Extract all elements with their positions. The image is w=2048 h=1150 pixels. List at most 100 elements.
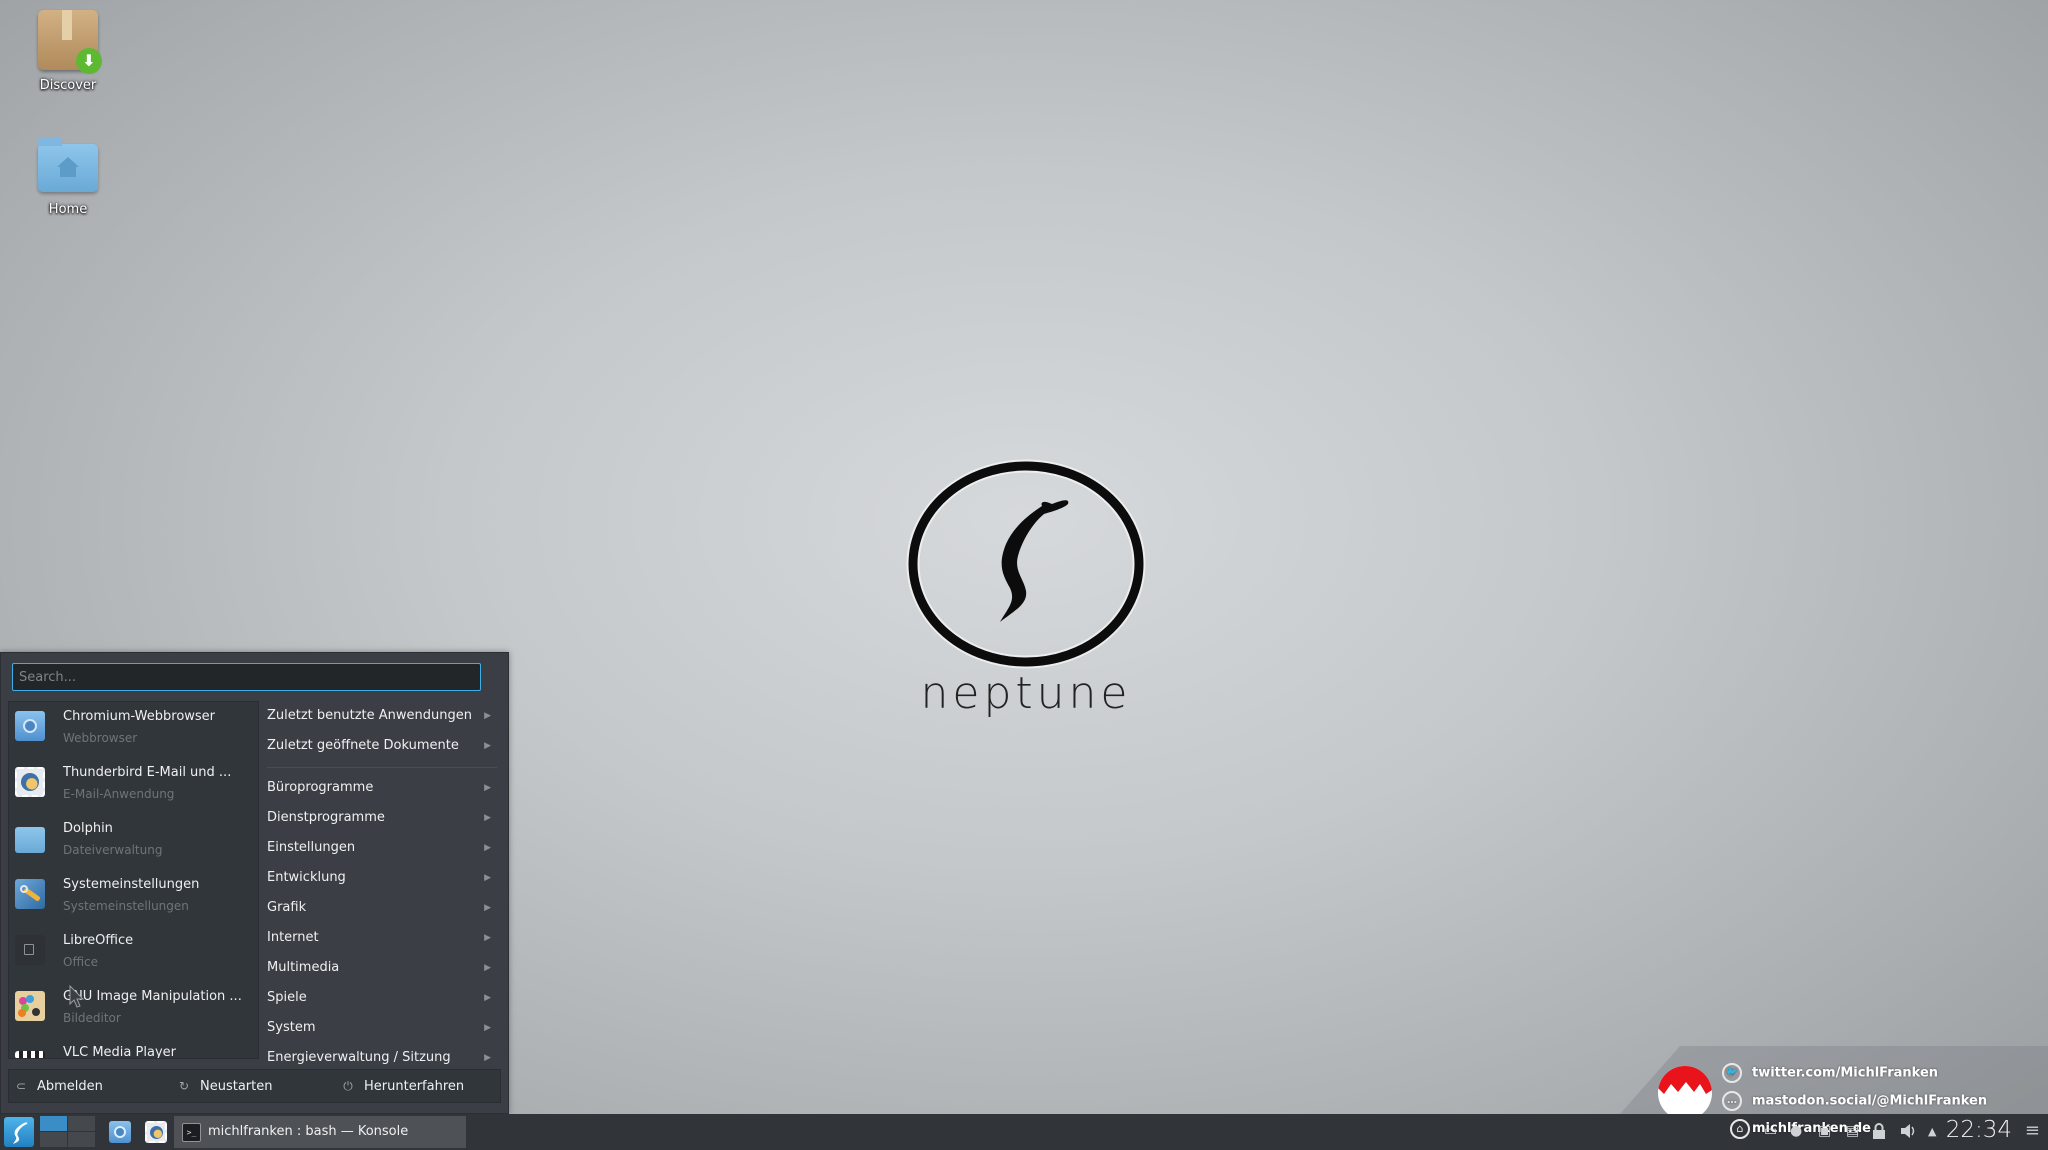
desktop-1[interactable]	[40, 1116, 67, 1131]
logout-button[interactable]: ⊂ Abmelden	[14, 1070, 103, 1102]
clock[interactable]: 22:34	[1946, 1117, 2012, 1143]
neptune-swirl-icon	[13, 1122, 28, 1144]
update-icon[interactable]: ●	[1790, 1123, 1802, 1139]
desktop-4[interactable]	[68, 1132, 95, 1147]
chevron-right-icon: ▶	[484, 741, 491, 751]
desktop-icon-label: Home	[48, 202, 88, 217]
watermark-mastodon: … mastodon.social/@MichlFranken	[1722, 1091, 1987, 1111]
menu-item-label: Büroprogramme	[267, 780, 374, 795]
task-konsole[interactable]: >_ michlfranken : bash — Konsole	[174, 1116, 466, 1148]
menu-item-settings[interactable]: Einstellungen ▶	[259, 833, 501, 863]
menu-item-label: Zuletzt geöffnete Dokumente	[267, 738, 459, 753]
chromium-icon	[114, 1126, 126, 1138]
taskbar-launcher-chromium[interactable]	[109, 1121, 131, 1143]
favorite-item-dolphin[interactable]: Dolphin Dateiverwaltung	[9, 814, 258, 870]
favorite-item-thunderbird[interactable]: Thunderbird E-Mail und ... E-Mail-Anwend…	[9, 758, 258, 814]
franconian-rake-badge	[1658, 1066, 1712, 1120]
chevron-right-icon: ▶	[484, 813, 491, 823]
mastodon-icon: …	[1722, 1091, 1742, 1111]
thunderbird-icon	[15, 767, 45, 797]
menu-item-internet[interactable]: Internet ▶	[259, 923, 501, 953]
libreoffice-icon	[15, 935, 45, 965]
menu-item-system[interactable]: System ▶	[259, 1013, 501, 1043]
menu-item-games[interactable]: Spiele ▶	[259, 983, 501, 1013]
chevron-right-icon: ▶	[484, 903, 491, 913]
menu-item-label: Dienstprogramme	[267, 810, 385, 825]
watermark-twitter: 🐦 twitter.com/MichlFranken	[1722, 1063, 1938, 1083]
menu-item-label: Spiele	[267, 990, 307, 1005]
desktop-icon-discover[interactable]: ⬇ Discover	[24, 8, 112, 93]
application-launcher-button[interactable]	[4, 1117, 34, 1147]
task-title: michlfranken : bash — Konsole	[208, 1124, 409, 1139]
hamburger-menu-icon[interactable]: ≡	[2025, 1120, 2040, 1141]
favorite-name: VLC Media Player	[63, 1045, 176, 1059]
favorite-item-systemsettings[interactable]: Systemeinstellungen Systemeinstellungen	[9, 870, 258, 926]
session-bar: ⊂ Abmelden ↻ Neustarten ⏻ Herunterfahren	[8, 1069, 501, 1103]
restart-icon: ↻	[178, 1079, 190, 1093]
menu-item-office[interactable]: Büroprogramme ▶	[259, 773, 501, 803]
desktop-icon-home[interactable]: Home	[24, 132, 112, 217]
twitter-icon: 🐦	[1722, 1063, 1742, 1083]
favorite-description: Office	[63, 955, 99, 969]
home-folder-icon	[36, 132, 100, 196]
favorite-name: LibreOffice	[63, 933, 134, 948]
favorite-name: Thunderbird E-Mail und ...	[63, 765, 232, 780]
desktop-icon-label: Discover	[39, 78, 97, 93]
neptune-wordmark: neptune	[920, 668, 1132, 719]
vlc-icon	[15, 1051, 45, 1058]
menu-item-utilities[interactable]: Dienstprogramme ▶	[259, 803, 501, 833]
lock-icon[interactable]	[1872, 1123, 1886, 1143]
favorites-list: Chromium-Webbrowser Webbrowser Thunderbi…	[8, 701, 259, 1059]
battery-icon[interactable]: ▤	[1846, 1123, 1859, 1139]
favorite-item-gimp[interactable]: GNU Image Manipulation ... Bildeditor	[9, 982, 258, 1038]
favorite-item-libreoffice[interactable]: LibreOffice Office	[9, 926, 258, 982]
menu-item-recent-applications[interactable]: Zuletzt benutzte Anwendungen ▶	[259, 701, 501, 731]
menu-item-label: Zuletzt benutzte Anwendungen	[267, 708, 473, 723]
menu-item-multimedia[interactable]: Multimedia ▶	[259, 953, 501, 983]
folder-icon	[15, 827, 45, 853]
menu-item-development[interactable]: Entwicklung ▶	[259, 863, 501, 893]
favorite-name: Systemeinstellungen	[63, 877, 200, 892]
chromium-icon	[15, 711, 45, 741]
taskbar: >_ michlfranken : bash — Konsole ⌂ michl…	[0, 1114, 2048, 1150]
gimp-icon	[15, 991, 45, 1021]
menu-item-label: Multimedia	[267, 960, 340, 975]
restart-label: Neustarten	[200, 1079, 273, 1094]
virtual-desktop-pager[interactable]	[40, 1116, 96, 1148]
favorite-description: Systemeinstellungen	[63, 899, 189, 913]
favorite-item-chromium[interactable]: Chromium-Webbrowser Webbrowser	[9, 702, 258, 758]
desktop-2[interactable]	[68, 1116, 95, 1131]
power-icon: ⏻	[343, 1079, 353, 1093]
clipboard-icon[interactable]: ▭	[1764, 1123, 1777, 1139]
package-download-icon: ⬇	[36, 8, 102, 74]
chevron-right-icon: ▶	[484, 873, 491, 883]
taskbar-launcher-thunderbird[interactable]	[145, 1121, 167, 1143]
menu-item-label: Entwicklung	[267, 870, 346, 885]
menu-separator	[267, 767, 497, 768]
shutdown-label: Herunterfahren	[364, 1079, 465, 1094]
chevron-right-icon: ▶	[484, 963, 491, 973]
expand-up-icon[interactable]: ▲	[1928, 1125, 1936, 1138]
wrench-settings-icon	[15, 879, 45, 909]
menu-item-recent-documents[interactable]: Zuletzt geöffnete Dokumente ▶	[259, 731, 501, 761]
menu-item-graphics[interactable]: Grafik ▶	[259, 893, 501, 923]
volume-icon[interactable]	[1900, 1123, 1918, 1143]
mouse-cursor-icon	[69, 985, 85, 1008]
favorite-item-vlc[interactable]: VLC Media Player	[9, 1038, 258, 1059]
restart-button[interactable]: ↻ Neustarten	[177, 1070, 273, 1102]
chevron-right-icon: ▶	[484, 783, 491, 793]
chevron-right-icon: ▶	[484, 711, 491, 721]
search-input[interactable]	[12, 663, 481, 691]
home-icon: ⌂	[1730, 1119, 1750, 1139]
shutdown-button[interactable]: ⏻ Herunterfahren	[341, 1070, 464, 1102]
start-menu: Chromium-Webbrowser Webbrowser Thunderbi…	[0, 652, 509, 1114]
favorite-description: Webbrowser	[63, 731, 138, 745]
watermark-text: mastodon.social/@MichlFranken	[1752, 1093, 1988, 1109]
chevron-right-icon: ▶	[484, 1023, 491, 1033]
thunderbird-icon	[150, 1126, 163, 1139]
favorite-description: E-Mail-Anwendung	[63, 787, 175, 801]
network-icon[interactable]: ▣	[1818, 1123, 1831, 1139]
desktop-3[interactable]	[40, 1132, 67, 1147]
chevron-right-icon: ▶	[484, 993, 491, 1003]
favorite-description: Dateiverwaltung	[63, 843, 163, 857]
